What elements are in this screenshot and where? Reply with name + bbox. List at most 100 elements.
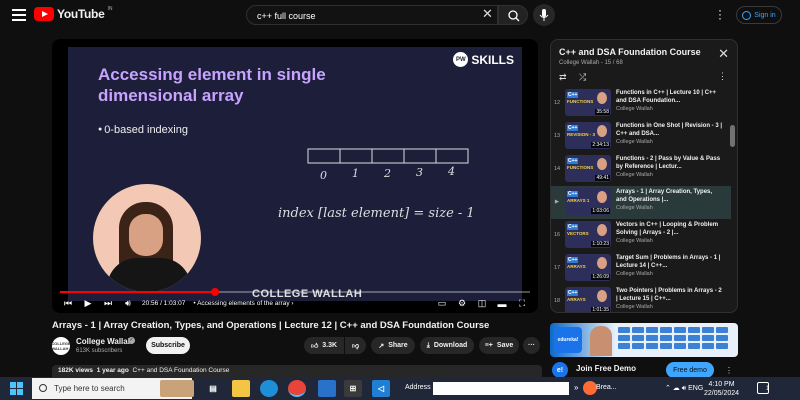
subscriber-count: 613K subscribers <box>76 348 123 354</box>
thumbs-up-icon: 👍︎ <box>310 343 319 350</box>
like-button[interactable]: 👍︎ 3.3K <box>304 337 344 354</box>
edge-browser-icon[interactable] <box>260 380 278 397</box>
thumbnail-topic: ARRAYS 1 <box>567 198 590 203</box>
thumbnail-tag: C++ <box>567 224 579 230</box>
previous-icon[interactable]: ⏮ <box>62 298 74 309</box>
thumbnail-topic: ARRAYS <box>567 264 586 269</box>
playlist-item-channel: College Wallah <box>616 238 653 244</box>
chrome-browser-icon[interactable] <box>288 380 306 397</box>
ad-advertiser-icon[interactable]: e! <box>552 362 568 378</box>
video-player[interactable]: Accessing element in single dimensional … <box>52 39 538 313</box>
playlist-item-channel: College Wallah <box>616 304 653 310</box>
handwritten-formula: index [last element] = size - 1 <box>278 206 475 221</box>
thumbnail-presenter <box>597 290 607 302</box>
playlist-item[interactable]: 16 C++ VECTORS 1:10:23 Vectors in C++ | Loop… <box>551 219 731 252</box>
sign-in-button[interactable]: Sign in <box>736 6 782 24</box>
search-input[interactable]: c++ full course <box>246 5 498 25</box>
upload-age: 1 year ago <box>96 367 129 374</box>
playlist-menu-icon[interactable]: ⋮ <box>718 71 727 82</box>
playlist-item[interactable]: 14 C++ FUNCTIONS 49:41 Functions - 2 | Pass … <box>551 153 731 186</box>
thumbnail-presenter <box>597 158 607 170</box>
user-icon <box>742 10 752 20</box>
search-button[interactable] <box>498 5 528 25</box>
channel-name[interactable]: College Wallah <box>76 337 133 346</box>
slide-title: Accessing element in single dimensional … <box>98 65 326 105</box>
youtube-logo[interactable]: YouTube IN <box>34 6 112 21</box>
weather-icon[interactable] <box>583 381 597 395</box>
captions-icon[interactable]: ▭ <box>436 298 448 309</box>
voice-search-button[interactable] <box>533 4 555 26</box>
subscribe-button[interactable]: Subscribe <box>146 337 190 354</box>
channel-avatar[interactable]: COLLEGE WALLAH <box>51 337 71 355</box>
playlist-item[interactable]: 13 C++ REVISION - 3 2:34:13 Functions in One… <box>551 120 731 153</box>
playlist-item-channel: College Wallah <box>616 139 653 145</box>
play-icon[interactable]: ▶ <box>82 298 94 309</box>
thumbnail-topic: FUNCTIONS <box>567 165 594 170</box>
task-view-icon[interactable]: ▤ <box>204 380 222 397</box>
vscode-icon[interactable]: ◁ <box>372 380 390 397</box>
playlist-panel: C++ and DSA Foundation Course College Wa… <box>550 39 738 313</box>
share-button[interactable]: ↗ Share <box>371 337 415 354</box>
chapter-title[interactable]: • Accessing elements of the array › <box>193 300 293 307</box>
player-controls: ⏮ ▶ ⏭ 🔊︎ 20:56 / 1:03:07 • Accessing ele… <box>52 294 538 313</box>
playlist-item[interactable]: 17 C++ ARRAYS 1:26:09 Target Sum | Problems … <box>551 252 731 285</box>
search-icon <box>508 10 520 22</box>
view-count: 182K views <box>58 367 94 374</box>
playlist-item[interactable]: 18 C++ ARRAYS 1:01:35 Two Pointers | Problem… <box>551 285 731 312</box>
chevron-icon[interactable]: » <box>574 383 578 392</box>
ad-menu-icon[interactable]: ⋮ <box>725 366 733 375</box>
playlist-item-thumbnail: C++ ARRAYS 1 1:03:06 <box>565 188 611 215</box>
windows-start-icon[interactable] <box>10 382 23 395</box>
next-icon[interactable]: ⏭ <box>102 298 114 309</box>
save-label: Save <box>496 342 514 349</box>
miniplayer-icon[interactable]: ◫ <box>476 298 488 309</box>
scrollbar[interactable] <box>730 125 735 147</box>
download-button[interactable]: ⤓ Download <box>420 337 474 354</box>
system-tray[interactable]: ⌃ ☁ 🔊︎ ENG <box>665 384 703 393</box>
clock[interactable]: 4:10 PM 22/05/2024 <box>704 380 739 398</box>
top-bar: YouTube IN c++ full course ✕ · · · Sign in <box>0 0 800 30</box>
playlist-item[interactable]: ▶ C++ ARRAYS 1 1:03:06 Arrays - 1 | Array Cr… <box>551 186 731 219</box>
windows-taskbar: Type here to search ▤ ⊞ ◁ Address » Brea… <box>0 377 800 400</box>
shuffle-icon[interactable]: ⤮ <box>579 72 586 83</box>
playlist-item-channel: College Wallah <box>616 106 653 112</box>
playlist-item-duration: 2:34:13 <box>591 142 610 148</box>
playlist-item-duration: 49:41 <box>595 175 610 181</box>
array-index-1: 1 <box>352 167 359 180</box>
address-bar-input[interactable] <box>433 382 569 395</box>
description-box[interactable]: 182K views 1 year ago C++ and DSA Founda… <box>52 365 542 377</box>
weather-text[interactable]: Brea... <box>596 384 617 391</box>
playlist-title[interactable]: C++ and DSA Foundation Course <box>559 47 701 57</box>
playlist-item[interactable]: 12 C++ FUNCTIONS 35:58 Functions in C++ | Le… <box>551 87 731 120</box>
playlist-item-index: 12 <box>553 100 561 106</box>
store-icon[interactable]: ⊞ <box>344 380 362 397</box>
dislike-button[interactable]: 👎︎ <box>345 337 366 354</box>
hamburger-menu-icon[interactable] <box>12 9 26 21</box>
verified-icon: ✓ <box>128 337 135 344</box>
loop-icon[interactable]: ⇄ <box>559 72 567 83</box>
news-widget-icon[interactable] <box>160 380 194 397</box>
clock-time: 4:10 PM <box>708 381 735 388</box>
video-frame: Accessing element in single dimensional … <box>68 47 522 301</box>
fullscreen-icon[interactable]: ⛶ <box>516 298 528 309</box>
clear-search-icon[interactable]: ✕ <box>482 7 493 20</box>
playlist-item-duration: 1:03:06 <box>591 208 610 214</box>
volume-icon[interactable]: 🔊︎ <box>122 298 134 309</box>
clock-date: 22/05/2024 <box>704 390 740 397</box>
ad-banner[interactable]: edureka! <box>550 323 738 357</box>
settings-icon[interactable]: ⚙ <box>456 298 468 309</box>
file-explorer-icon[interactable] <box>232 380 250 397</box>
settings-more-icon[interactable]: · · · <box>717 4 723 24</box>
array-index-4: 4 <box>447 165 455 178</box>
ad-cta-button[interactable]: Free demo <box>666 362 714 378</box>
more-actions-icon[interactable]: ··· <box>523 337 540 354</box>
playlist-item-title: Vectors in C++ | Looping & Problem Solvi… <box>616 222 719 236</box>
save-button[interactable]: ≡+ Save <box>479 337 519 354</box>
ad-title[interactable]: Join Free Demo <box>576 364 636 373</box>
thumbnail-topic: FUNCTIONS <box>567 99 594 104</box>
close-icon[interactable]: ✕ <box>718 46 729 62</box>
mail-icon[interactable] <box>318 380 336 397</box>
presenter-webcam <box>93 184 201 292</box>
progress-bar[interactable] <box>60 288 530 296</box>
theater-mode-icon[interactable]: ▬ <box>496 299 508 309</box>
